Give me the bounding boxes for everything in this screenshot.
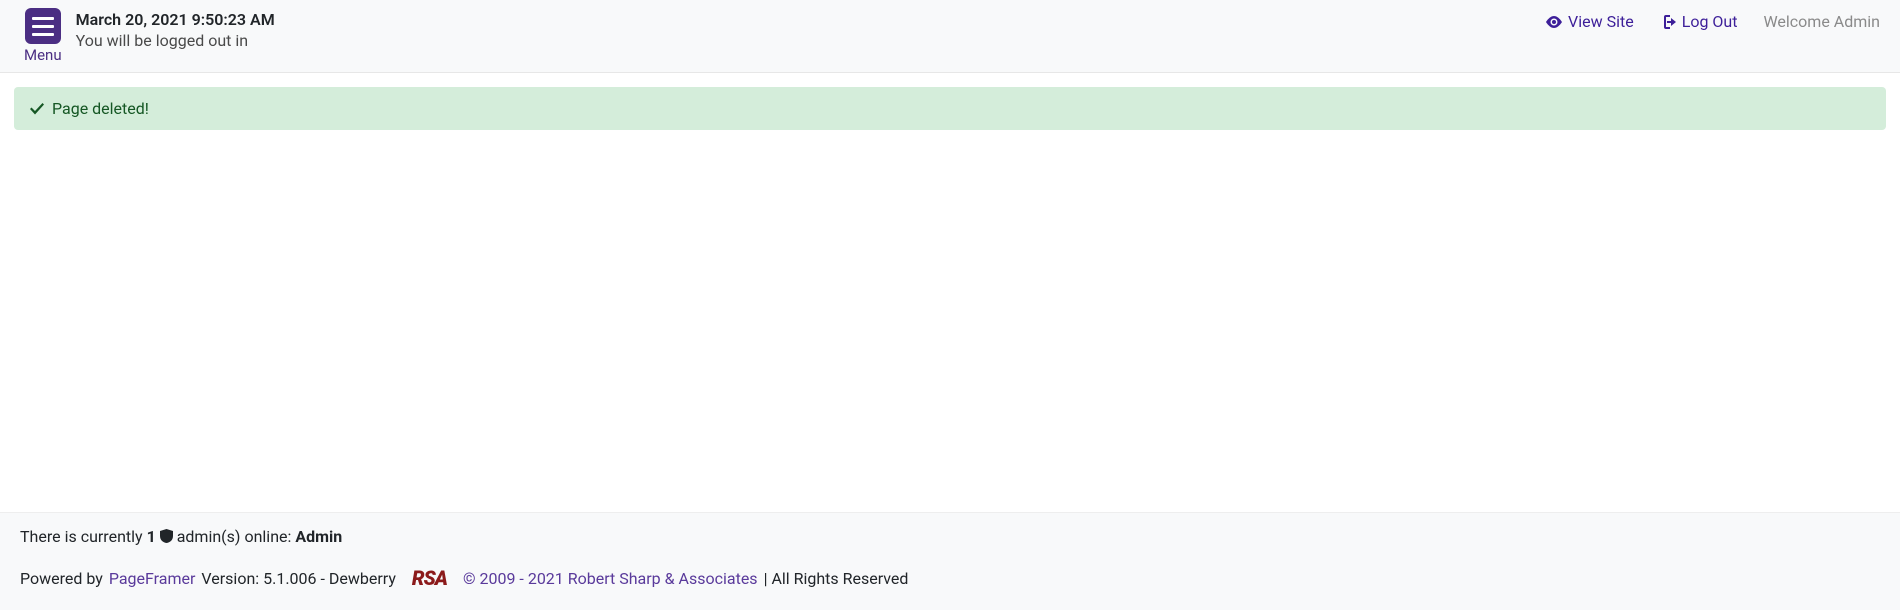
shield-icon: [160, 529, 173, 543]
pageframer-link[interactable]: PageFramer: [109, 569, 196, 588]
header-bar: Menu March 20, 2021 9:50:23 AM You will …: [0, 0, 1900, 73]
log-out-link[interactable]: Log Out: [1660, 12, 1738, 31]
menu-button[interactable]: [25, 8, 61, 44]
currently-prefix: There is currently: [20, 527, 147, 546]
footer-bar: There is currently 1 admin(s) online: Ad…: [0, 512, 1900, 610]
menu-label[interactable]: Menu: [24, 46, 62, 64]
hamburger-icon: [32, 25, 54, 28]
sign-out-icon: [1660, 15, 1676, 29]
success-alert: Page deleted!: [14, 87, 1886, 130]
header-right: View Site Log Out Welcome Admin: [1546, 8, 1880, 31]
copyright-link[interactable]: © 2009 - 2021 Robert Sharp & Associates: [463, 569, 758, 588]
admin-count: 1: [147, 527, 156, 546]
view-site-label: View Site: [1568, 12, 1634, 31]
welcome-text: Welcome Admin: [1763, 12, 1880, 31]
version-text: Version: 5.1.006 - Dewberry: [201, 569, 396, 588]
rsa-logo: RSA: [412, 566, 447, 590]
powered-by-prefix: Powered by: [20, 569, 103, 588]
view-site-link[interactable]: View Site: [1546, 12, 1634, 31]
eye-icon: [1546, 16, 1562, 28]
header-timestamp: March 20, 2021 9:50:23 AM: [76, 10, 275, 29]
footer-meta: Powered by PageFramer Version: 5.1.006 -…: [20, 566, 1880, 590]
rights-text: | All Rights Reserved: [764, 569, 909, 588]
footer-admin-status: There is currently 1 admin(s) online: Ad…: [20, 527, 1880, 546]
hamburger-icon: [32, 17, 54, 20]
hamburger-icon: [32, 33, 54, 36]
log-out-label: Log Out: [1682, 12, 1738, 31]
content-area: Page deleted!: [0, 73, 1900, 144]
alert-message: Page deleted!: [52, 99, 149, 118]
header-info: March 20, 2021 9:50:23 AM You will be lo…: [76, 8, 275, 50]
menu-button-wrap: Menu: [24, 8, 62, 64]
check-icon: [30, 103, 44, 115]
header-left: Menu March 20, 2021 9:50:23 AM You will …: [24, 8, 275, 64]
admin-name: Admin: [295, 527, 342, 546]
logout-countdown-msg: You will be logged out in: [76, 31, 275, 50]
admins-online-text: admin(s) online:: [173, 527, 296, 546]
